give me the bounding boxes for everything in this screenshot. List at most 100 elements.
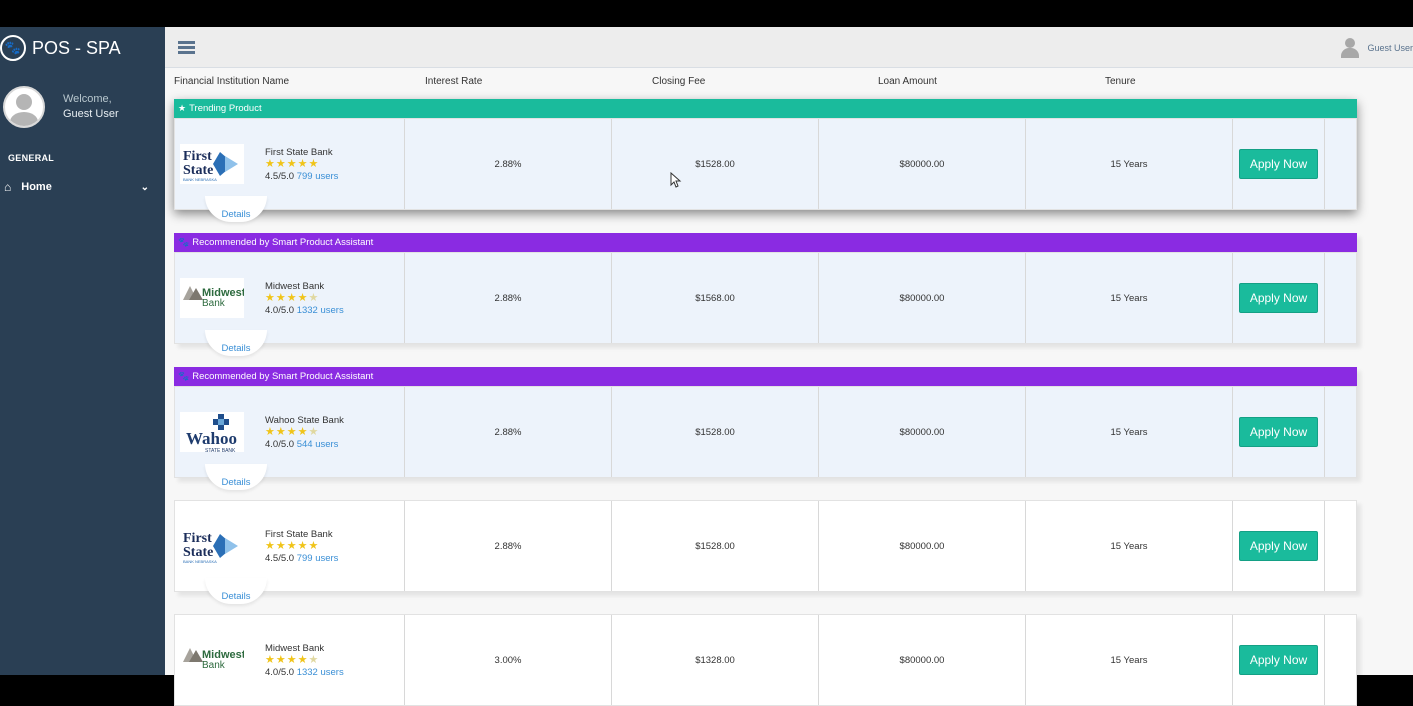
profile: Welcome, Guest User — [0, 69, 165, 129]
rating-text: 4.5/5.0 — [265, 170, 295, 182]
rating-text: 4.5/5.0 — [265, 552, 295, 564]
paw-icon: 🐾 — [178, 371, 190, 381]
svg-text:State: State — [183, 545, 213, 560]
sidebar-item-label: Home — [21, 181, 52, 193]
recommended-banner: 🐾 Recommended by Smart Product Assistant — [174, 233, 1357, 252]
star-icon: ★ — [178, 103, 187, 113]
col-header-institution: Financial Institution Name — [174, 76, 290, 87]
svg-text:BANK NEBRASKA: BANK NEBRASKA — [183, 559, 217, 564]
bank-name[interactable]: First State Bank — [265, 147, 338, 158]
loan-amount-cell: $80000.00 — [819, 501, 1026, 591]
tenure-cell: 15 Years — [1026, 253, 1233, 343]
empty-cell — [1325, 615, 1356, 705]
product-row: Midwest Bank Midwest Bank ★★★★★ 4.0/5.0 … — [174, 614, 1357, 706]
sidebar-item-home[interactable]: ⌂ Home ⌄ — [0, 180, 165, 194]
user-name: Guest User — [63, 108, 119, 120]
apply-now-button[interactable]: Apply Now — [1238, 283, 1319, 313]
svg-text:First: First — [183, 149, 212, 164]
product-row: Wahoo STATE BANK Wahoo State Bank ★★★★★ … — [174, 386, 1357, 490]
svg-text:BANK NEBRASKA: BANK NEBRASKA — [183, 177, 217, 182]
svg-text:First: First — [183, 531, 212, 546]
apply-now-button[interactable]: Apply Now — [1238, 149, 1319, 179]
welcome-text: Welcome, — [63, 93, 112, 105]
menu-toggle-icon[interactable] — [178, 39, 195, 56]
product-card: Midwest Bank Midwest Bank ★★★★★ 4.0/5.0 … — [174, 614, 1357, 706]
mouse-cursor-icon — [670, 172, 682, 188]
product-card: 🐾 Recommended by Smart Product Assistant… — [174, 233, 1357, 356]
closing-fee-cell: $1528.00 — [612, 501, 819, 591]
svg-text:Bank: Bank — [202, 298, 226, 309]
loan-amount-cell: $80000.00 — [819, 119, 1026, 209]
closing-fee-cell: $1528.00 — [612, 119, 819, 209]
tenure-cell: 15 Years — [1026, 119, 1233, 209]
bank-name[interactable]: Midwest Bank — [265, 643, 344, 654]
svg-text:STATE BANK: STATE BANK — [205, 448, 236, 454]
rating-stars: ★★★★★ — [265, 425, 320, 438]
svg-text:State: State — [183, 163, 213, 178]
wahoo-state-bank-logo: Wahoo STATE BANK — [180, 412, 244, 454]
banner-label: Recommended by Smart Product Assistant — [192, 371, 374, 382]
apply-now-button[interactable]: Apply Now — [1238, 417, 1319, 447]
product-row: First State BANK NEBRASKA First State Ba… — [174, 118, 1357, 222]
sidebar: 🐾 POS - SPA Welcome, Guest User GENERAL … — [0, 27, 165, 675]
institution-cell: Midwest Bank Midwest Bank ★★★★★ 4.0/5.0 … — [175, 615, 405, 705]
user-count-link[interactable]: 544 users — [297, 439, 339, 450]
apply-cell: Apply Now — [1233, 615, 1325, 705]
rating-stars: ★★★★★ — [265, 539, 320, 552]
details-link[interactable]: Details — [205, 330, 267, 356]
user-menu-label: Guest User — [1367, 43, 1413, 53]
bank-name[interactable]: Midwest Bank — [265, 281, 344, 292]
avatar — [3, 86, 45, 128]
user-count-link[interactable]: 1332 users — [297, 667, 344, 678]
rating-text: 4.0/5.0 — [265, 666, 295, 678]
tenure-cell: 15 Years — [1026, 615, 1233, 705]
rating-stars: ★★★★★ — [265, 653, 320, 666]
apply-cell: Apply Now — [1233, 501, 1325, 591]
closing-fee-cell: $1568.00 — [612, 253, 819, 343]
col-header-tenure: Tenure — [1105, 76, 1136, 87]
svg-text:Wahoo: Wahoo — [186, 429, 237, 448]
user-menu[interactable]: Guest User — [1341, 38, 1413, 58]
section-general: GENERAL — [8, 153, 55, 163]
apply-cell: Apply Now — [1233, 253, 1325, 343]
empty-cell — [1325, 501, 1356, 591]
brand[interactable]: 🐾 POS - SPA — [0, 27, 165, 69]
chevron-down-icon: ⌄ — [140, 181, 149, 193]
rating-text: 4.0/5.0 — [265, 438, 295, 450]
app-title: POS - SPA — [32, 37, 121, 58]
loan-amount-cell: $80000.00 — [819, 253, 1026, 343]
details-link[interactable]: Details — [205, 578, 267, 604]
product-row: Midwest Bank Midwest Bank ★★★★★ 4.0/5.0 … — [174, 252, 1357, 356]
apply-cell: Apply Now — [1233, 387, 1325, 477]
empty-cell — [1325, 387, 1356, 477]
product-card: ★ Trending Product First State BANK NEBR… — [174, 99, 1357, 222]
user-icon — [1341, 38, 1360, 58]
empty-cell — [1325, 119, 1356, 209]
col-header-fee: Closing Fee — [652, 76, 706, 87]
user-count-link[interactable]: 799 users — [297, 171, 339, 182]
interest-rate-cell: 2.88% — [405, 119, 612, 209]
trending-banner: ★ Trending Product — [174, 99, 1357, 118]
apply-now-button[interactable]: Apply Now — [1238, 531, 1319, 561]
apply-now-button[interactable]: Apply Now — [1238, 645, 1319, 675]
col-header-rate: Interest Rate — [425, 76, 483, 87]
first-state-bank-logo: First State BANK NEBRASKA — [180, 526, 244, 566]
closing-fee-cell: $1528.00 — [612, 387, 819, 477]
product-card: First State BANK NEBRASKA First State Ba… — [174, 500, 1357, 604]
interest-rate-cell: 2.88% — [405, 387, 612, 477]
bank-name[interactable]: Wahoo State Bank — [265, 415, 344, 426]
interest-rate-cell: 2.88% — [405, 501, 612, 591]
interest-rate-cell: 2.88% — [405, 253, 612, 343]
user-count-link[interactable]: 1332 users — [297, 305, 344, 316]
interest-rate-cell: 3.00% — [405, 615, 612, 705]
rating-stars: ★★★★★ — [265, 157, 320, 170]
midwest-bank-logo: Midwest Bank — [180, 640, 246, 680]
tenure-cell: 15 Years — [1026, 501, 1233, 591]
paw-icon: 🐾 — [0, 35, 26, 61]
user-count-link[interactable]: 799 users — [297, 553, 339, 564]
first-state-bank-logo: First State BANK NEBRASKA — [180, 144, 244, 184]
bank-name[interactable]: First State Bank — [265, 529, 338, 540]
details-link[interactable]: Details — [205, 464, 267, 490]
loan-amount-cell: $80000.00 — [819, 387, 1026, 477]
details-link[interactable]: Details — [205, 196, 267, 222]
